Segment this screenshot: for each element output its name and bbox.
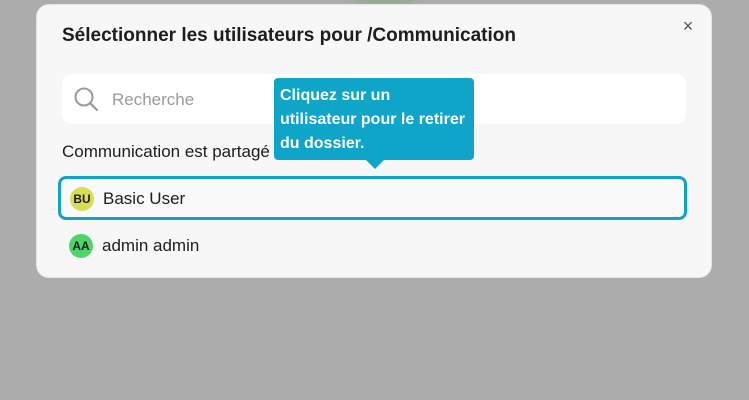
background-blob	[350, 0, 420, 4]
dialog-title: Sélectionner les utilisateurs pour /Comm…	[62, 25, 516, 46]
user-name: Basic User	[103, 189, 186, 208]
user-name: admin admin	[102, 236, 200, 255]
tooltip-text: Cliquez sur un utilisateur pour le retir…	[280, 87, 465, 152]
tooltip-arrow	[366, 160, 384, 169]
close-button[interactable]: ×	[679, 17, 697, 35]
remove-user-tooltip: Cliquez sur un utilisateur pour le retir…	[274, 78, 474, 169]
search-icon	[74, 87, 99, 112]
avatar: BU	[70, 187, 94, 211]
avatar: AA	[69, 234, 93, 258]
user-row-basic-user[interactable]: BU Basic User	[58, 176, 687, 220]
user-row-admin-admin[interactable]: AA admin admin	[58, 224, 687, 268]
